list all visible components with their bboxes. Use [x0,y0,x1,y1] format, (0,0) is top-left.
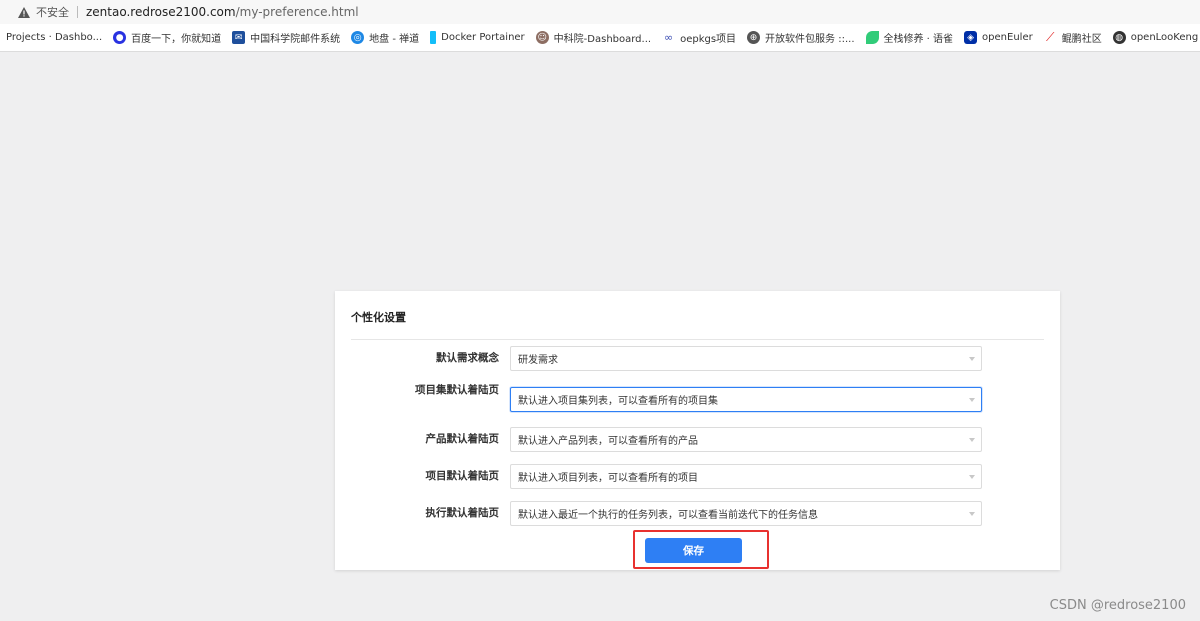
zentao-icon: ◎ [351,31,365,44]
bookmark-label: 中科院-Dashboard... [553,34,652,45]
bookmark-open-software[interactable]: ⊕ 开放软件包服务 ::... [747,30,855,45]
chevron-down-icon [969,357,975,361]
url-text[interactable]: zentao.redrose2100.com/my-preference.htm… [86,5,359,19]
chevron-down-icon [969,475,975,479]
bookmark-label: Docker Portainer [441,32,525,43]
oepkgs-icon: ∞ [662,31,676,44]
url-host: zentao.redrose2100.com [86,5,236,19]
warning-icon [18,6,30,18]
bookmark-label: Projects · Dashbo... [6,32,103,43]
product-landing-select[interactable]: 默认进入产品列表，可以查看所有的产品 [510,427,982,452]
save-button[interactable]: 保存 [645,538,742,563]
bookmark-cas-mail[interactable]: ✉ 中国科学院邮件系统 [232,30,340,45]
bookmark-label: 开放软件包服务 ::... [765,34,855,45]
openeuler-icon: ◈ [964,31,978,44]
bookmark-yuque[interactable]: 全栈修养 · 语雀 [865,30,954,45]
requirement-concept-select[interactable]: 研发需求 [510,346,982,371]
openlookeng-icon: ◍ [1112,31,1126,44]
field-label: 默认需求概念 [436,352,499,364]
execution-landing-select[interactable]: 默认进入最近一个执行的任务列表，可以查看当前迭代下的任务信息 [510,501,982,526]
bookmark-zentao[interactable]: ◎ 地盘 - 禅道 [351,30,419,45]
field-label: 执行默认着陆页 [425,507,500,519]
csdn-watermark: CSDN @redrose2100 [1049,598,1186,613]
select-value: 默认进入最近一个执行的任务列表，可以查看当前迭代下的任务信息 [518,510,818,521]
baidu-paw-icon: ● [113,31,127,44]
yuque-icon [865,31,879,44]
chevron-down-icon [969,512,975,516]
bookmark-label: 百度一下，你就知道 [131,34,222,45]
project-landing-select[interactable]: 默认进入项目列表，可以查看所有的项目 [510,464,982,489]
field-label: 项目集默认着陆页 [415,384,499,396]
kunpeng-icon: ⟋ [1043,30,1057,44]
bookmark-cas-dashboard[interactable]: ☺ 中科院-Dashboard... [535,30,652,45]
globe-icon: ⊕ [747,31,761,44]
bookmark-kunpeng[interactable]: ⟋ 鲲鹏社区 [1043,30,1102,45]
address-separator [77,6,78,18]
address-bar[interactable]: 不安全 zentao.redrose2100.com/my-preference… [0,0,1200,24]
select-value: 研发需求 [518,355,558,366]
avatar-icon: ☺ [535,31,549,44]
panel-divider [351,339,1044,340]
mail-icon: ✉ [232,31,246,44]
select-value: 默认进入产品列表，可以查看所有的产品 [518,436,698,447]
bookmark-label: 中国科学院邮件系统 [250,34,341,45]
bookmark-label: 地盘 - 禅道 [369,34,420,45]
select-value: 默认进入项目集列表，可以查看所有的项目集 [518,396,718,407]
bookmark-baidu[interactable]: ● 百度一下，你就知道 [113,30,221,45]
bookmark-openeuler[interactable]: ◈ openEuler [964,31,1033,44]
field-label: 产品默认着陆页 [425,433,500,445]
bookmark-label: 鲲鹏社区 [1061,34,1102,45]
bookmark-oepkgs[interactable]: ∞ oepkgs项目 [662,30,736,45]
bookmark-gitlab-dashboard[interactable]: Projects · Dashbo... [6,32,102,43]
bookmarks-bar: Projects · Dashbo... ● 百度一下，你就知道 ✉ 中国科学院邮件… [0,24,1200,52]
bookmark-label: openEuler [982,32,1033,43]
portainer-icon [430,31,437,44]
insecure-label[interactable]: 不安全 [36,4,69,20]
chevron-down-icon [969,398,975,402]
select-value: 默认进入项目列表，可以查看所有的项目 [518,473,698,484]
bookmark-docker-portainer[interactable]: Docker Portainer [430,31,525,44]
bookmark-label: openLooKeng [1130,32,1199,43]
program-landing-select[interactable]: 默认进入项目集列表，可以查看所有的项目集 [510,387,982,412]
bookmark-openlookeng[interactable]: ◍ openLooKeng [1112,31,1199,44]
chevron-down-icon [969,438,975,442]
url-path: /my-preference.html [235,5,359,19]
field-label: 项目默认着陆页 [425,470,500,482]
panel-title: 个性化设置 [351,311,406,324]
preference-panel: 个性化设置 默认需求概念 研发需求 项目集默认着陆页 默认进入项目集列表，可以查… [335,291,1060,570]
bookmark-label: oepkgs项目 [680,34,737,45]
bookmark-label: 全栈修养 · 语雀 [883,34,954,45]
